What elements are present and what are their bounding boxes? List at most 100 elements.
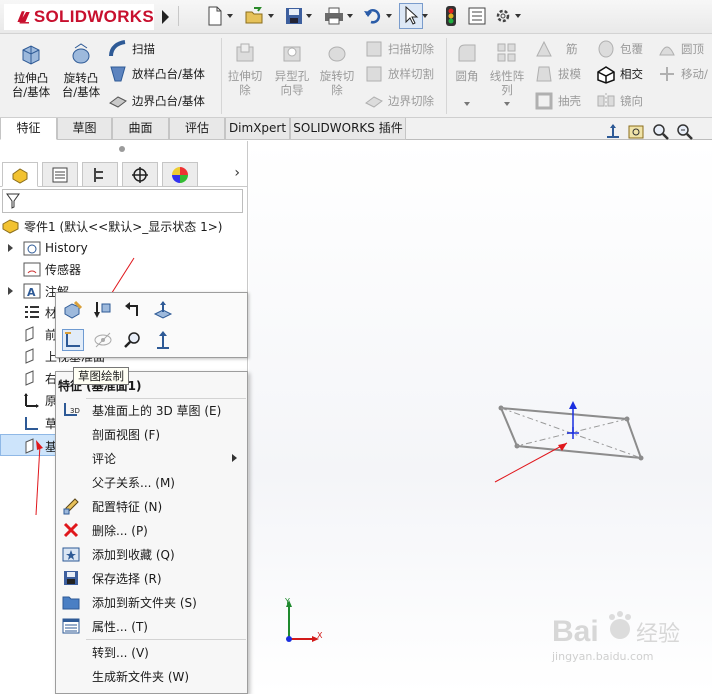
revolve-boss-button[interactable]: 旋转凸 台/基体 [58,42,104,99]
feature-tree-icon [12,167,28,184]
menu-item-3d-sketch-on-plane[interactable]: 3D 基准面上的 3D 草图 (E) [56,398,247,422]
draft-button[interactable]: 拔模 [534,64,581,84]
tree-part-root[interactable]: 零件1 (默认<<默认>_显示状态 1>) [2,216,222,236]
normal-to-button[interactable] [152,299,174,321]
sketch-icon [65,332,80,347]
panel-grip-icon[interactable] [119,146,125,152]
print-icon [325,7,343,25]
tab-sketch[interactable]: 草图 [57,118,112,140]
menu-item-add-to-new-folder[interactable]: 添加到新文件夹 (S) [56,590,247,614]
tab-evaluate[interactable]: 评估 [169,118,225,140]
revolve-cut-button[interactable]: 旋转切 除 [316,42,358,97]
extrude-cut-icon [236,43,254,62]
menu-item-goto[interactable]: 转到... (V) [56,640,247,664]
propertymanager-tab[interactable] [42,162,78,187]
pencil-icon [63,498,79,515]
rib-button[interactable]: 筋 [534,39,578,59]
swept-cut-button[interactable]: 扫描切除 [364,39,434,59]
zoom-area-icon[interactable] [652,123,670,141]
display-manager-tab[interactable] [162,162,198,187]
new-document-button[interactable] [206,5,233,27]
mirror-button[interactable]: 镜向 [596,91,643,111]
move-copy-label: 移动/ [681,67,708,81]
tab-addins[interactable]: SOLIDWORKS 插件 [290,118,406,140]
rollback-button[interactable] [92,299,114,321]
intersect-button[interactable]: 相交 [596,64,643,84]
boundary-cut-button[interactable]: 边界切除 [364,91,434,111]
command-manager-ribbon: 拉伸凸 台/基体 旋转凸 台/基体 扫描 放样凸台/基体 边界凸台/基体 拉伸切… [0,34,712,118]
print-button[interactable] [324,5,353,27]
properties-list-icon [468,7,486,25]
extrude-boss-icon [22,45,40,65]
extrude-boss-button[interactable]: 拉伸凸 台/基体 [8,42,54,99]
shell-button[interactable]: 抽壳 [534,91,581,111]
extrude-cut-button[interactable]: 拉伸切 除 [224,42,266,97]
chevron-right-icon[interactable]: › [234,165,240,181]
part-name: 零件1 (默认<<默认>_显示状态 1>) [24,219,223,234]
menu-item-add-to-favorites[interactable]: 添加到收藏 (Q) [56,542,247,566]
boundary-cut-icon [365,96,383,108]
menu-item-section-view[interactable]: 剖面视图 (F) [56,422,247,446]
wrap-button[interactable]: 包覆 [596,39,643,59]
coordinate-triad-icon: Y X [284,597,323,642]
tab-features[interactable]: 特征 [0,118,57,140]
sweep-icon [109,40,126,57]
zoom-to-fit-icon[interactable] [628,123,646,141]
menu-item-parent-child[interactable]: 父子关系... (M) [56,470,247,494]
rebuild-button[interactable] [445,5,457,27]
menu-item-create-new-folder[interactable]: 生成新文件夹 (W) [56,664,247,688]
feature-tree-filter[interactable] [2,189,243,213]
dome-label: 圆顶 [681,42,704,56]
boundary-cut-label: 边界切除 [388,94,434,108]
menu-item-comment[interactable]: 评论 [56,446,247,470]
select-other-button[interactable] [122,299,144,321]
view-orientation-icon[interactable] [604,123,622,141]
fillet-button[interactable]: 圆角 [452,42,482,83]
dome-button[interactable]: 圆顶 [657,39,704,59]
featuremanager-tab[interactable] [2,162,38,187]
menu-item-configure-feature[interactable]: 配置特征 (N) [56,494,247,518]
select-button[interactable] [403,5,428,27]
boundary-boss-button[interactable]: 边界凸台/基体 [108,91,205,111]
open-button[interactable] [245,5,274,27]
tab-dimxpert[interactable]: DimXpert [225,118,290,140]
orient-view-icon [157,331,169,349]
edit-feature-icon [64,300,83,319]
linear-pattern-button[interactable]: 线性阵 列 [486,42,528,97]
options-button[interactable] [494,5,521,27]
lofted-cut-icon [366,66,382,82]
orient-view-button[interactable] [152,329,174,351]
hide-button[interactable] [92,329,114,351]
zoom-to-selection-icon [124,332,140,348]
zoom-to-selection-button[interactable] [122,329,144,351]
menu-expand-arrow-icon[interactable] [158,7,172,27]
swept-cut-icon [366,41,382,57]
traffic-light-icon [446,6,456,26]
normal-to-icon [153,301,173,319]
edit-feature-button[interactable] [62,299,84,321]
tab-surfaces[interactable]: 曲面 [112,118,169,140]
move-copy-button[interactable]: 移动/ [657,64,708,84]
previous-view-icon[interactable] [676,123,694,141]
sweep-button[interactable]: 扫描 [108,39,155,59]
hole-wizard-button[interactable]: 异型孔 向导 [270,42,314,97]
menu-item-properties[interactable]: 属性... (T) [56,614,247,638]
plane-normal-arrow-icon [567,401,579,439]
revolve-boss-icon [72,43,90,64]
linear-pattern-label: 线性阵 列 [489,69,525,97]
undo-button[interactable] [363,5,392,27]
sketch-button[interactable] [62,329,84,351]
separator [446,38,447,114]
file-properties-button[interactable] [468,5,486,27]
draft-label: 拔模 [558,67,581,81]
3d-sketch-icon: 3D [64,403,80,416]
loft-boss-button[interactable]: 放样凸台/基体 [108,64,205,84]
save-button[interactable] [285,5,312,27]
configurationmanager-tab[interactable] [82,162,118,187]
menu-item-delete[interactable]: 删除... (P) [56,518,247,542]
heads-up-view-toolbar [604,122,694,142]
menu-item-save-selection[interactable]: 保存选择 (R) [56,566,247,590]
lofted-cut-button[interactable]: 放样切割 [364,64,434,84]
dimxpert-tab[interactable] [122,162,158,187]
draft-icon [536,66,552,82]
